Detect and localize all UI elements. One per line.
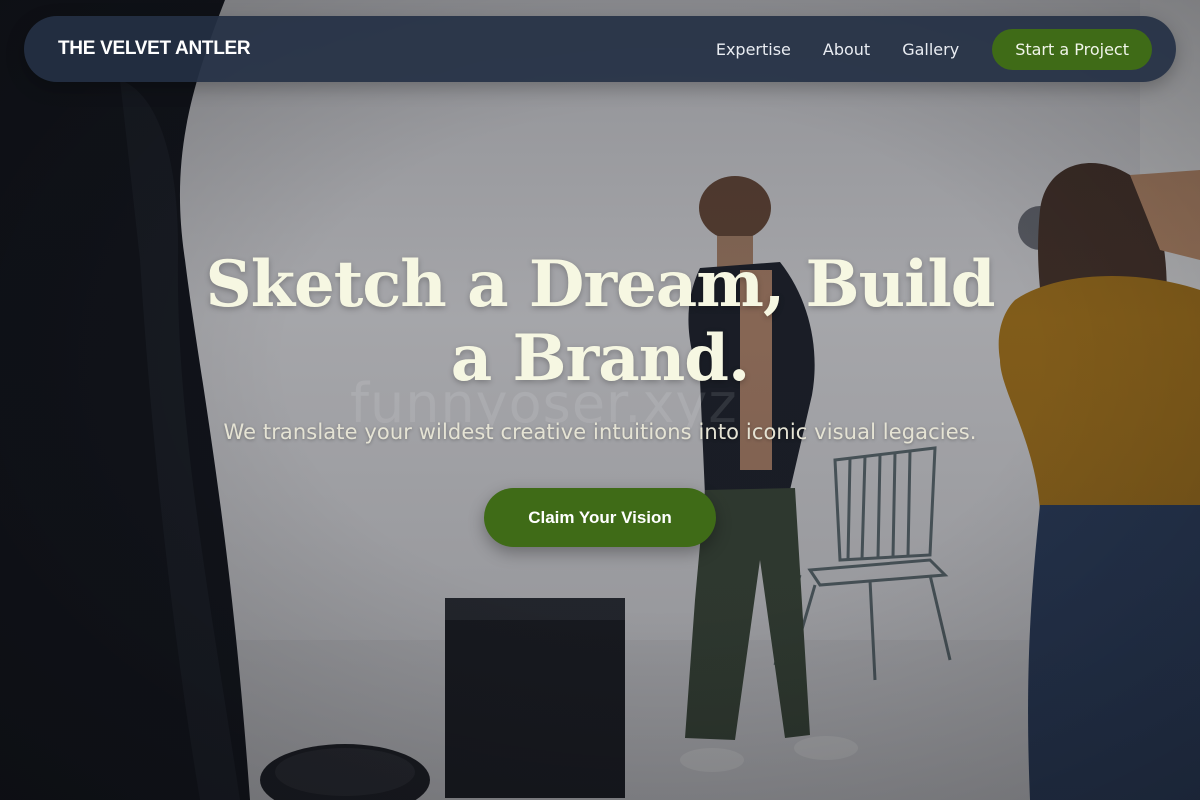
hero-subtitle: We translate your wildest creative intui… xyxy=(223,420,977,444)
nav-link-expertise[interactable]: Expertise xyxy=(716,40,791,59)
nav-link-gallery[interactable]: Gallery xyxy=(902,40,959,59)
claim-vision-button[interactable]: Claim Your Vision xyxy=(484,488,716,547)
hero-title: Sketch a Dream, Build a Brand. xyxy=(205,247,995,396)
start-project-button[interactable]: Start a Project xyxy=(992,28,1152,70)
nav-link-about[interactable]: About xyxy=(823,40,870,59)
hero-section: Sketch a Dream, Build a Brand. We transl… xyxy=(0,248,1200,547)
top-navigation-bar: THE VELVET ANTLER Expertise About Galler… xyxy=(24,16,1176,82)
nav-links: Expertise About Gallery xyxy=(716,40,959,59)
brand-logo[interactable]: THE VELVET ANTLER xyxy=(58,34,251,64)
